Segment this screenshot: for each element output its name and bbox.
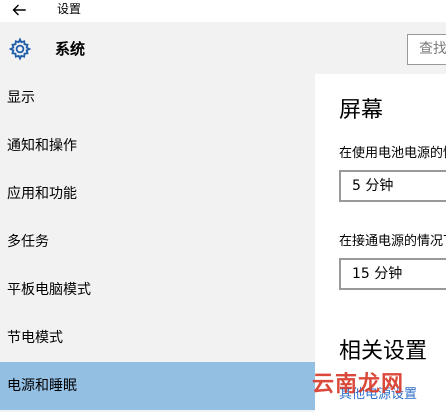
sidebar-item-apps[interactable]: 应用和功能	[0, 170, 315, 218]
sidebar-item-label: 平板电脑模式	[7, 282, 91, 298]
sidebar-item-label: 应用和功能	[7, 186, 77, 202]
sidebar-item-label: 多任务	[7, 234, 49, 250]
sidebar-item-label: 节电模式	[7, 330, 63, 346]
sidebar-item-label: 显示	[7, 90, 35, 106]
window-title: 设置	[57, 2, 82, 16]
title-bar: 设置	[0, 0, 446, 22]
screen-section-title: 屏幕	[339, 98, 384, 123]
sidebar-item-power-sleep[interactable]: 电源和睡眠	[0, 362, 315, 410]
page-title: 系统	[55, 40, 86, 58]
sidebar-item-multitasking[interactable]: 多任务	[0, 218, 315, 266]
sidebar-item-label: 电源和睡眠	[7, 378, 77, 394]
main-content: 屏幕 在使用电池电源的情况下，经过以下时间后关闭 5 分钟 在接通电源的情况下，…	[315, 74, 446, 412]
plugged-timeout-dropdown[interactable]: 15 分钟	[339, 258, 446, 290]
battery-timeout-value: 5 分钟	[352, 178, 394, 194]
related-settings-title: 相关设置	[339, 339, 428, 364]
search-placeholder: 查找	[419, 41, 446, 57]
page-header: 系统 查找	[0, 22, 446, 74]
sidebar: 显示 通知和操作 应用和功能 多任务 平板电脑模式 节电模式 电源和睡眠	[0, 74, 315, 412]
watermark-logo: 云南龙网	[312, 372, 405, 397]
battery-timeout-label: 在使用电池电源的情况下，经过以下时间后关闭	[339, 146, 446, 161]
sidebar-item-notifications[interactable]: 通知和操作	[0, 122, 315, 170]
plugged-timeout-value: 15 分钟	[352, 266, 403, 282]
plugged-timeout-label: 在接通电源的情况下，经过以下时间后关闭	[339, 234, 446, 249]
back-arrow-icon[interactable]	[10, 1, 28, 19]
sidebar-item-label: 通知和操作	[7, 138, 77, 154]
battery-timeout-dropdown[interactable]: 5 分钟	[339, 170, 446, 202]
sidebar-item-battery-saver[interactable]: 节电模式	[0, 314, 315, 362]
sidebar-item-tablet-mode[interactable]: 平板电脑模式	[0, 266, 315, 314]
search-input[interactable]: 查找	[407, 34, 446, 65]
gear-icon	[8, 37, 32, 61]
sidebar-item-display[interactable]: 显示	[0, 74, 315, 122]
